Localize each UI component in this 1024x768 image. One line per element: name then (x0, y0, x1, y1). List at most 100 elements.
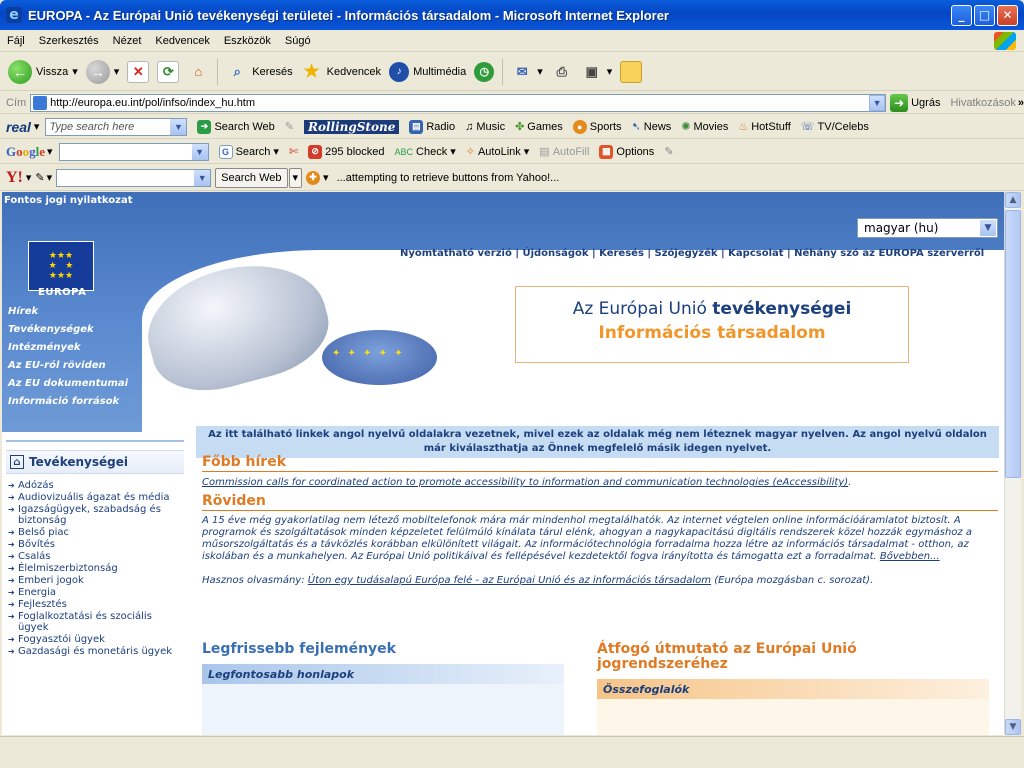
favorites-button[interactable]: ★ Kedvencek (301, 61, 382, 83)
stop-button[interactable]: ✕ (127, 60, 150, 83)
autofill-button[interactable]: ▤ AutoFill (539, 145, 589, 159)
legal-guide-heading: Átfogó útmutató az Európai Unió jogrends… (597, 641, 857, 672)
list-item[interactable]: ➔ Energia (8, 587, 184, 598)
legal-notice-link[interactable]: Fontos jogi nyilatkozat (4, 195, 133, 206)
pencil-icon[interactable]: ✎ (35, 171, 44, 184)
check-button[interactable]: ABC Check ▾ (395, 145, 456, 159)
chevron-down-icon[interactable]: ▾ (47, 145, 53, 158)
list-item[interactable]: ➔ Gazdasági és monetáris ügyek (8, 646, 184, 657)
music-button[interactable]: ♫ Music (465, 121, 505, 133)
list-item[interactable]: ➔ Csalás (8, 551, 184, 562)
nav-intezmenyek[interactable]: Intézmények (2, 338, 182, 356)
nav-hirek[interactable]: Hírek (2, 302, 182, 320)
scroll-down-icon[interactable]: ▼ (1005, 719, 1021, 735)
list-item[interactable]: ➔ Foglalkoztatási és szociális ügyek (8, 611, 184, 633)
pencil-button[interactable]: ✎ (664, 145, 673, 158)
real-search-input[interactable]: Type search here ▼ (45, 117, 188, 136)
home-button[interactable]: ⌂ (187, 61, 209, 83)
list-item[interactable]: ➔ Fejlesztés (8, 599, 184, 610)
real-search-web-button[interactable]: ➔ Search Web (197, 119, 275, 134)
chevron-down-icon[interactable]: ▼ (194, 169, 211, 186)
eu-flag-logo[interactable]: ★★★ ★ ★ ★★★ (28, 241, 94, 291)
yahoo-search-dropdown[interactable]: ▾ (288, 167, 303, 188)
radio-button[interactable]: ▤ Radio (409, 119, 455, 134)
refresh-button[interactable]: ⟳ (157, 60, 180, 83)
highlight-button[interactable]: ✎ (285, 120, 294, 133)
nav-informacio-forrasok[interactable]: Információ források (2, 392, 182, 410)
games-icon: ✤ (515, 121, 525, 133)
list-item[interactable]: ➔ Emberi jogok (8, 575, 184, 586)
scroll-thumb[interactable] (1005, 210, 1021, 478)
mail-button[interactable]: ✉ ▾ (511, 61, 543, 83)
menu-help[interactable]: Súgó (278, 35, 318, 47)
chevron-down-icon: ▾ (113, 66, 120, 78)
list-item[interactable]: ➔ Bővítés (8, 539, 184, 550)
menu-favorites[interactable]: Kedvencek (148, 35, 216, 47)
menu-tools[interactable]: Eszközök (217, 35, 278, 47)
popup-blocker-icon: ⊘ (308, 144, 323, 159)
sports-button[interactable]: ● Sports (572, 119, 622, 134)
list-item[interactable]: ➔ Adózás (8, 480, 184, 491)
yahoo-extra-button[interactable]: ✚ ▾ (306, 170, 329, 185)
home-icon[interactable]: ⌂ (10, 455, 24, 469)
folder-button[interactable] (620, 60, 643, 83)
list-item[interactable]: ➔ Audiovizuális ágazat és média (8, 492, 184, 503)
arrow-right-icon: ➔ (8, 635, 15, 644)
menu-file[interactable]: Fájl (0, 35, 32, 47)
language-select[interactable]: magyar (hu) ▼ (857, 218, 998, 238)
rollingstone-button[interactable]: RollingStone (304, 119, 400, 134)
yahoo-status-text: ...attempting to retrieve buttons from Y… (336, 171, 560, 184)
menu-edit[interactable]: Szerkesztés (32, 35, 106, 47)
autolink-button[interactable]: ✧ AutoLink ▾ (466, 145, 530, 159)
radio-icon: ▤ (409, 119, 424, 134)
list-item[interactable]: ➔ Igazságügyek, szabadság és biztonság (8, 504, 184, 526)
chevron-right-icon[interactable]: » (1018, 97, 1024, 109)
nav-tevekenysegek[interactable]: Tevékenységek (2, 320, 182, 338)
nav-eu-roviden[interactable]: Az EU-ról röviden (2, 356, 182, 374)
history-button[interactable]: ◷ (474, 61, 495, 82)
nav-eu-dokumentumai[interactable]: Az EU dokumentumai (2, 374, 182, 392)
minimize-button[interactable]: _ (951, 4, 972, 26)
forward-button[interactable]: → ▾ (85, 59, 120, 84)
news-button[interactable]: ➷ News (632, 120, 672, 134)
google-search-button[interactable]: G Search ▾ (218, 144, 279, 159)
chevron-down-icon[interactable]: ▼ (980, 220, 996, 236)
yahoo-search-input[interactable]: ▼ (56, 168, 212, 187)
games-button[interactable]: ✤ Games (515, 120, 563, 134)
useful-reading-link[interactable]: Úton egy tudásalapú Európa felé - az Eur… (308, 575, 711, 586)
media-button[interactable]: ♪ Multimédia (389, 61, 466, 82)
links-button[interactable]: Hivatkozások (950, 97, 1015, 109)
chevron-down-icon[interactable]: ▼ (170, 118, 187, 135)
top-links[interactable]: Nyomtatható verzió | Újdonságok | Keresé… (400, 248, 984, 259)
address-input[interactable]: http://europa.eu.int/pol/infso/index_hu.… (30, 93, 887, 112)
yahoo-search-web-button[interactable]: Search Web (215, 167, 288, 188)
list-item[interactable]: ➔ Élelmiszerbiztonság (8, 563, 184, 574)
list-item[interactable]: ➔ Belső piac (8, 527, 184, 538)
chevron-down-icon[interactable]: ▾ (26, 171, 32, 184)
go-button[interactable]: ➜ Ugrás (890, 93, 940, 112)
close-button[interactable]: ✕ (997, 4, 1018, 26)
options-button[interactable]: ▦ Options (599, 144, 654, 159)
list-item[interactable]: ➔ Fogyasztói ügyek (8, 634, 184, 645)
edit-button[interactable]: ▣ ▾ (581, 61, 613, 83)
popup-blocker-button[interactable]: ⊘ 295 blocked (308, 144, 385, 159)
more-link[interactable]: Bővebben... (880, 551, 940, 562)
search-button[interactable]: ⌕ Keresés (226, 61, 293, 83)
chevron-down-icon[interactable]: ▾ (47, 171, 53, 184)
google-search-input[interactable]: ▼ (58, 142, 209, 161)
menu-view[interactable]: Nézet (106, 35, 149, 47)
ie-icon: e (6, 7, 22, 23)
chevron-down-icon[interactable]: ▾ (34, 120, 40, 133)
tvcelebs-button[interactable]: ☏ TV/Celebs (801, 120, 869, 134)
vertical-scrollbar[interactable]: ▲ ▼ (1004, 192, 1021, 735)
pagerank-button[interactable]: ✄ (289, 145, 298, 158)
scroll-up-icon[interactable]: ▲ (1005, 192, 1021, 208)
chevron-down-icon[interactable]: ▼ (869, 94, 886, 111)
back-button[interactable]: ← Vissza ▾ (8, 59, 78, 84)
news-link[interactable]: Commission calls for coordinated action … (202, 477, 848, 488)
hotstuff-button[interactable]: ♨ HotStuff (738, 120, 790, 134)
print-button[interactable]: ⎙ (551, 61, 573, 83)
chevron-down-icon[interactable]: ▼ (191, 143, 208, 160)
movies-button[interactable]: ✺ Movies (681, 120, 728, 134)
maximize-button[interactable]: □ (974, 4, 995, 26)
